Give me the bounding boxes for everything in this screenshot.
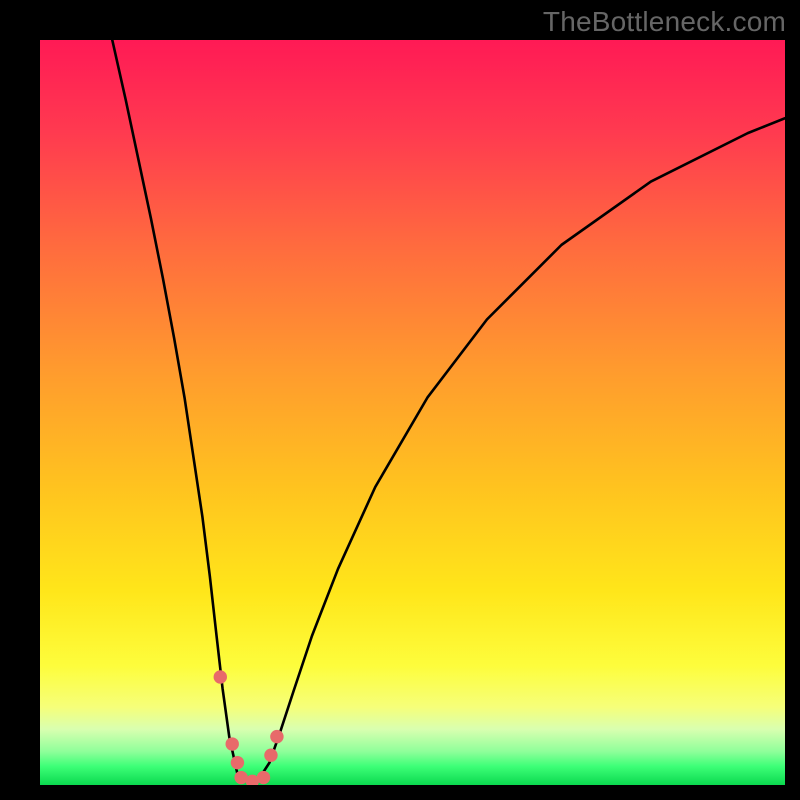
data-marker xyxy=(226,737,239,750)
data-marker xyxy=(214,670,227,683)
curve-markers xyxy=(214,670,284,785)
curve-line xyxy=(112,40,785,783)
watermark-text: TheBottleneck.com xyxy=(543,6,786,38)
data-marker xyxy=(257,771,270,784)
bottleneck-curve xyxy=(40,40,785,785)
plot-frame xyxy=(40,40,785,785)
data-marker xyxy=(270,730,283,743)
data-marker xyxy=(264,748,277,761)
data-marker xyxy=(231,756,244,769)
